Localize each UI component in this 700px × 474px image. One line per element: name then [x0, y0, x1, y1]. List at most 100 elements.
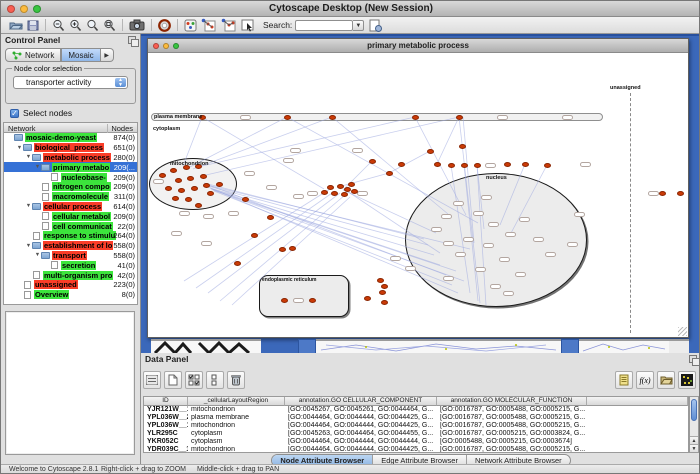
node-label[interactable]: [455, 252, 466, 257]
network-node[interactable]: [659, 191, 666, 196]
table-cell[interactable]: [GO:0016787, GO:0005488, GO:0005215, G..…: [437, 422, 587, 430]
network-node[interactable]: [267, 215, 274, 220]
network-node[interactable]: [175, 178, 182, 183]
node-label[interactable]: [266, 185, 277, 190]
scrollbar-thumb[interactable]: [691, 399, 697, 421]
zoom-in-icon[interactable]: [69, 18, 82, 32]
expand-arrow-icon[interactable]: ▼: [16, 145, 23, 151]
table-cell[interactable]: YPL036W__2: [144, 414, 188, 422]
function-icon[interactable]: f(x): [636, 371, 654, 389]
network-node[interactable]: [341, 192, 348, 197]
tree-row[interactable]: secretion41(0): [4, 260, 137, 270]
network-node[interactable]: [159, 173, 166, 178]
node-label[interactable]: [481, 195, 492, 200]
network-node[interactable]: [412, 115, 419, 120]
tree-row[interactable]: cell communicat22(0): [4, 221, 137, 231]
expand-arrow-icon[interactable]: ▼: [34, 164, 41, 170]
select-nodes-checkbox[interactable]: ✓: [10, 109, 19, 118]
table-cell[interactable]: [GO:0016787, GO:0005488, GO:0005215, G..…: [437, 414, 587, 422]
network-node[interactable]: [522, 162, 529, 167]
snapshot-icon[interactable]: [129, 18, 145, 32]
node-label[interactable]: [488, 222, 499, 227]
node-label[interactable]: [201, 241, 212, 246]
network-node[interactable]: [165, 186, 172, 191]
node-label[interactable]: [503, 291, 514, 296]
tree-row[interactable]: Overview8(0): [4, 290, 137, 300]
node-label[interactable]: [390, 256, 401, 261]
node-label[interactable]: [574, 212, 585, 217]
node-label[interactable]: [290, 148, 301, 153]
network-node[interactable]: [216, 182, 223, 187]
table-cell[interactable]: cytoplasm: [188, 430, 285, 438]
scroll-down-icon[interactable]: ▼: [690, 444, 698, 452]
table-cell[interactable]: [GO:0016787, GO:0005215, GO:0003824, G..…: [437, 430, 587, 438]
network-node[interactable]: [677, 191, 684, 196]
network-node[interactable]: [474, 163, 481, 168]
table-cell[interactable]: mitochondrion: [188, 422, 285, 430]
expand-network-icon[interactable]: [221, 18, 237, 32]
table-row[interactable]: YPL036W__2plasma membrane[GO:0044464, GO…: [144, 414, 688, 422]
window-resize-grip[interactable]: [678, 327, 687, 336]
node-label[interactable]: [293, 194, 304, 199]
background-window-corner[interactable]: [298, 339, 316, 354]
node-label[interactable]: [431, 227, 442, 232]
network-node[interactable]: [448, 163, 455, 168]
node-label[interactable]: [562, 115, 573, 120]
network-node[interactable]: [251, 233, 258, 238]
tree-row[interactable]: ▼primary metabo209(...: [4, 162, 137, 172]
node-label[interactable]: [443, 276, 454, 281]
table-cell[interactable]: plasma membrane: [188, 414, 285, 422]
table-row[interactable]: YDR039C__1mitochondrion[GO:0044464, GO:0…: [144, 446, 688, 453]
node-label[interactable]: [283, 158, 294, 163]
network-node[interactable]: [456, 115, 463, 120]
tree-col-network[interactable]: Network: [8, 124, 36, 133]
network-node[interactable]: [242, 197, 249, 202]
network-node[interactable]: [544, 163, 551, 168]
node-color-dropdown[interactable]: transporter activity ▲▼: [13, 76, 128, 89]
network-node[interactable]: [377, 278, 384, 283]
tree-row[interactable]: ▼transport558(0): [4, 251, 137, 261]
network-node[interactable]: [381, 284, 388, 289]
search-dropdown-icon[interactable]: ▼: [353, 20, 364, 31]
tree-row[interactable]: response to stimulu264(0): [4, 231, 137, 241]
background-window-corner[interactable]: [561, 339, 579, 354]
table-cell[interactable]: YDR039C__1: [144, 446, 188, 453]
search-input[interactable]: [295, 20, 353, 31]
network-node[interactable]: [195, 203, 202, 208]
node-label[interactable]: [441, 214, 452, 219]
network-node[interactable]: [321, 190, 328, 195]
help-icon[interactable]: [158, 18, 171, 32]
node-label[interactable]: [567, 242, 578, 247]
node-label[interactable]: [171, 231, 182, 236]
network-node[interactable]: [351, 189, 358, 194]
expand-arrow-icon[interactable]: ▼: [34, 252, 41, 258]
table-row[interactable]: YKR052Ccytoplasm[GO:0044464, GO:0044444,…: [144, 438, 688, 446]
new-attribute-icon[interactable]: [164, 371, 182, 389]
network-node[interactable]: [459, 144, 466, 149]
background-window-fragment[interactable]: [151, 339, 261, 354]
table-column-header[interactable]: ID: [144, 397, 188, 406]
network-node[interactable]: [279, 247, 286, 252]
tab-mosaic[interactable]: Mosaic: [61, 48, 100, 62]
table-cell[interactable]: mitochondrion: [188, 446, 285, 453]
network-node[interactable]: [364, 296, 371, 301]
node-label[interactable]: [203, 214, 214, 219]
node-label[interactable]: [497, 115, 508, 120]
node-label[interactable]: [475, 267, 486, 272]
node-label[interactable]: [648, 191, 659, 196]
background-window-fragment[interactable]: [316, 339, 561, 354]
table-row[interactable]: YLR295Ccytoplasm[GO:0045263, GO:0044464,…: [144, 430, 688, 438]
network-node[interactable]: [427, 149, 434, 154]
network-node[interactable]: [379, 290, 386, 295]
table-cell[interactable]: YJR121W__1: [144, 406, 188, 414]
node-label[interactable]: [533, 237, 544, 242]
network-node[interactable]: [172, 196, 179, 201]
delete-attribute-icon[interactable]: [227, 371, 245, 389]
table-cell[interactable]: [GO:0045267, GO:0045261, GO:0044464, G..…: [285, 406, 437, 414]
notepad-icon[interactable]: [615, 371, 633, 389]
table-cell[interactable]: YKR052C: [144, 438, 188, 446]
node-label[interactable]: [515, 272, 526, 277]
matrix-icon[interactable]: [678, 371, 696, 389]
table-cell[interactable]: YPL036W__1: [144, 422, 188, 430]
expand-arrow-icon[interactable]: ▼: [25, 243, 32, 249]
